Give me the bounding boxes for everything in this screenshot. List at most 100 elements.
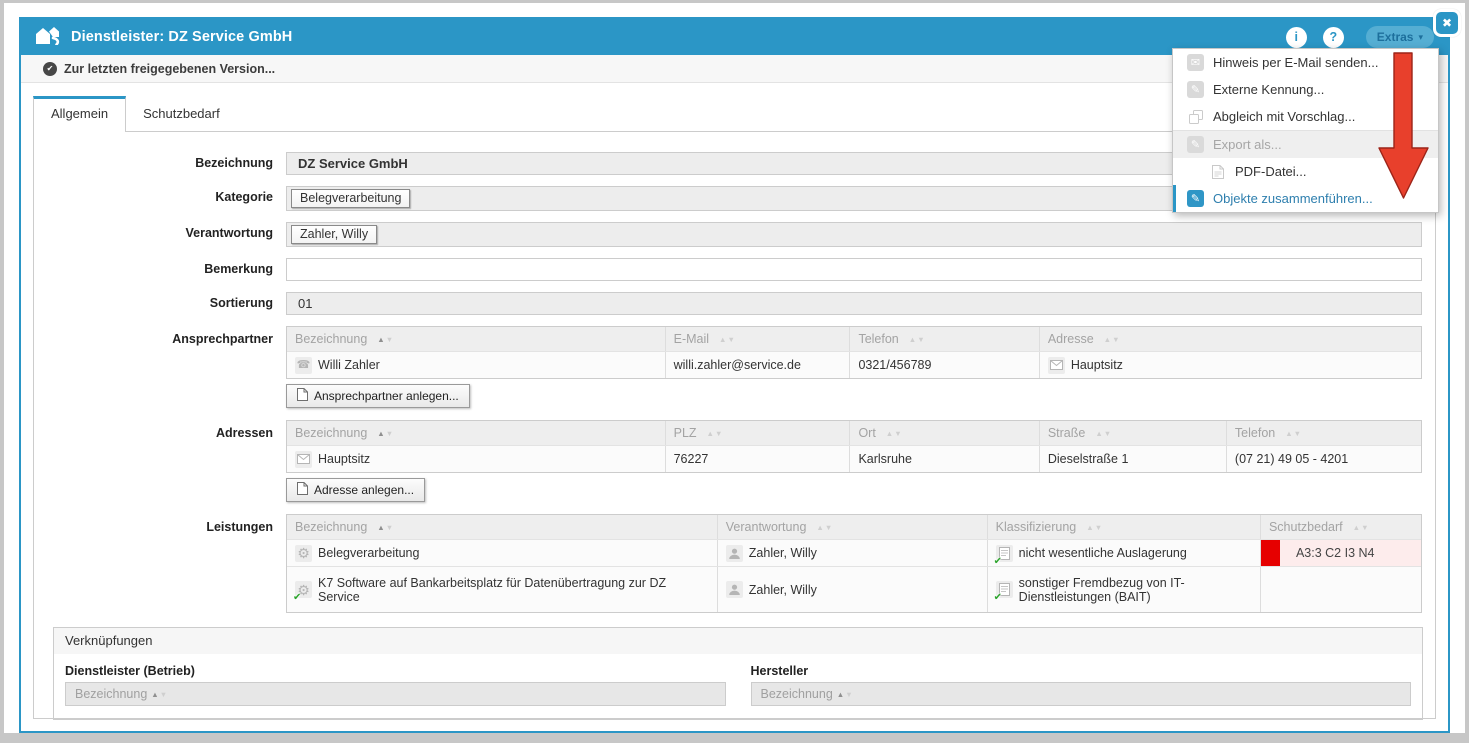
sort-icons: ▲▼: [1095, 429, 1111, 438]
table-row[interactable]: ⚙✔ K7 Software auf Bankarbeitsplatz für …: [287, 566, 1421, 612]
sortierung-label: Sortierung: [34, 292, 286, 310]
tab-schutzbedarf[interactable]: Schutzbedarf: [126, 97, 237, 131]
column-header-bezeichnung[interactable]: Bezeichnung ▲▼: [287, 515, 717, 539]
help-icon: ?: [1329, 30, 1337, 44]
person-icon: [726, 581, 743, 598]
check-circle-icon: ✔: [43, 62, 57, 76]
leistungen-table: Bezeichnung ▲▼ Verantwortung ▲▼ Klassifi…: [286, 514, 1422, 613]
schutzbedarf-cell: A3:3 C2 I3 N4: [1260, 540, 1421, 566]
column-header-strasse[interactable]: Straße ▲▼: [1039, 421, 1226, 445]
address-icon: [1048, 357, 1065, 374]
copy-icon: [1187, 108, 1204, 125]
classification-doc-icon: ✔: [996, 545, 1013, 562]
menu-item-abgleich-vorschlag[interactable]: Abgleich mit Vorschlag...: [1173, 103, 1438, 130]
leistungen-label: Leistungen: [34, 514, 286, 534]
check-icon: ✔: [994, 592, 1002, 603]
verantwortung-field: Zahler, Willy: [286, 222, 1422, 247]
bezeichnung-label: Bezeichnung: [34, 152, 286, 170]
sort-icons: ▲▼: [909, 335, 925, 344]
column-header-plz[interactable]: PLZ ▲▼: [665, 421, 850, 445]
hersteller-label: Hersteller: [751, 664, 1412, 678]
sort-icons: ▲▼: [816, 523, 832, 532]
table-row[interactable]: ☎ Willi Zahler willi.zahler@service.de 0…: [287, 351, 1421, 378]
add-adresse-button[interactable]: Adresse anlegen...: [286, 478, 425, 502]
column-header-telefon[interactable]: Telefon ▲▼: [1226, 421, 1421, 445]
sort-icons: ▲▼: [377, 335, 393, 344]
extras-button[interactable]: Extras ▾: [1366, 26, 1434, 48]
ansprechpartner-label: Ansprechpartner: [34, 326, 286, 346]
sort-icons: ▲▼: [719, 335, 735, 344]
merge-icon: ✎: [1187, 190, 1204, 207]
extras-menu: ✉ Hinweis per E-Mail senden... ✎ Externe…: [1172, 48, 1439, 213]
column-header-ort[interactable]: Ort ▲▼: [849, 421, 1038, 445]
close-button[interactable]: ✖: [1433, 9, 1461, 37]
column-header-schutzbedarf[interactable]: Schutzbedarf ▲▼: [1260, 515, 1421, 539]
table-row[interactable]: Hauptsitz 76227 Karlsruhe Dieselstraße 1…: [287, 445, 1421, 472]
bemerkung-label: Bemerkung: [34, 258, 286, 276]
sort-icons: ▲▼: [707, 429, 723, 438]
schutzbedarf-red-indicator: [1261, 540, 1280, 566]
menu-item-objekte-zusammenfuehren[interactable]: ✎ Objekte zusammenführen...: [1173, 185, 1438, 212]
column-header-klassifizierung[interactable]: Klassifizierung ▲▼: [987, 515, 1260, 539]
info-icon: i: [1295, 30, 1298, 44]
chevron-down-icon: ▾: [1418, 32, 1423, 43]
menu-item-pdf-datei[interactable]: PDF-Datei...: [1173, 158, 1438, 185]
column-header-adresse[interactable]: Adresse ▲▼: [1039, 327, 1421, 351]
sort-icons: ▲▼: [1086, 523, 1102, 532]
add-ansprechpartner-button[interactable]: Ansprechpartner anlegen...: [286, 384, 470, 408]
sortierung-field: 01: [286, 292, 1422, 315]
service-gear-icon: ⚙: [295, 545, 312, 562]
verantwortung-label: Verantwortung: [34, 222, 286, 240]
kategorie-chip[interactable]: Belegverarbeitung: [291, 189, 410, 208]
menu-item-export-als: ✎ Export als...: [1173, 130, 1438, 158]
pdf-file-icon: [1209, 163, 1226, 180]
menu-item-externe-kennung[interactable]: ✎ Externe Kennung...: [1173, 76, 1438, 103]
check-icon: ✔: [994, 556, 1002, 567]
menu-item-hinweis-email[interactable]: ✉ Hinweis per E-Mail senden...: [1173, 49, 1438, 76]
classification-doc-icon: ✔: [996, 581, 1013, 598]
export-icon: ✎: [1187, 136, 1204, 153]
sort-icons: ▲▼: [837, 690, 853, 699]
verknuepfungen-section: Verknüpfungen Dienstleister (Betrieb) Be…: [53, 627, 1423, 720]
adressen-table: Bezeichnung ▲▼ PLZ ▲▼ Ort ▲▼ Straße: [286, 420, 1422, 473]
check-icon: ✔: [293, 592, 301, 603]
empty-table-header-bezeichnung: Bezeichnung ▲▼: [751, 682, 1412, 706]
contact-icon: ☎: [295, 357, 312, 374]
mail-icon: ✉: [1187, 54, 1204, 71]
dienstleister-betrieb-label: Dienstleister (Betrieb): [65, 664, 726, 678]
last-released-version-label: Zur letzten freigegebenen Version...: [64, 62, 275, 76]
info-button[interactable]: i: [1286, 27, 1307, 48]
window-title: Dienstleister: DZ Service GmbH: [71, 29, 292, 45]
person-icon: [726, 545, 743, 562]
column-header-bezeichnung[interactable]: Bezeichnung ▲▼: [287, 421, 665, 445]
service-gear-icon: ⚙✔: [295, 581, 312, 598]
bemerkung-input[interactable]: [286, 258, 1422, 281]
column-header-email[interactable]: E-Mail ▲▼: [665, 327, 850, 351]
allgemein-tab-panel: Bezeichnung DZ Service GmbH Kategorie Be…: [33, 131, 1436, 719]
schutzbedarf-cell: [1260, 567, 1421, 612]
address-icon: [295, 451, 312, 468]
column-header-telefon[interactable]: Telefon ▲▼: [849, 327, 1038, 351]
tab-allgemein[interactable]: Allgemein: [33, 96, 126, 132]
sort-icons: ▲▼: [1104, 335, 1120, 344]
verantwortung-chip[interactable]: Zahler, Willy: [291, 225, 377, 244]
sort-icons: ▲▼: [377, 429, 393, 438]
empty-table-header-bezeichnung: Bezeichnung ▲▼: [65, 682, 726, 706]
table-row[interactable]: ⚙ Belegverarbeitung Zahler, Willy: [287, 539, 1421, 566]
new-page-icon: [297, 482, 308, 498]
sort-icons: ▲▼: [377, 523, 393, 532]
kategorie-label: Kategorie: [34, 186, 286, 204]
adressen-label: Adressen: [34, 420, 286, 440]
verknuepfungen-title: Verknüpfungen: [54, 628, 1422, 654]
new-page-icon: [297, 388, 308, 404]
extras-button-label: Extras: [1377, 30, 1414, 44]
close-icon: ✖: [1442, 16, 1452, 30]
edit-icon: ✎: [1187, 81, 1204, 98]
service-provider-icon: [35, 25, 61, 50]
column-header-bezeichnung[interactable]: Bezeichnung ▲▼: [287, 327, 665, 351]
column-header-verantwortung[interactable]: Verantwortung ▲▼: [717, 515, 987, 539]
sort-icons: ▲▼: [886, 429, 902, 438]
sort-icons: ▲▼: [1353, 523, 1369, 532]
help-button[interactable]: ?: [1323, 27, 1344, 48]
ansprechpartner-table: Bezeichnung ▲▼ E-Mail ▲▼ Telefon ▲▼ Ad: [286, 326, 1422, 379]
